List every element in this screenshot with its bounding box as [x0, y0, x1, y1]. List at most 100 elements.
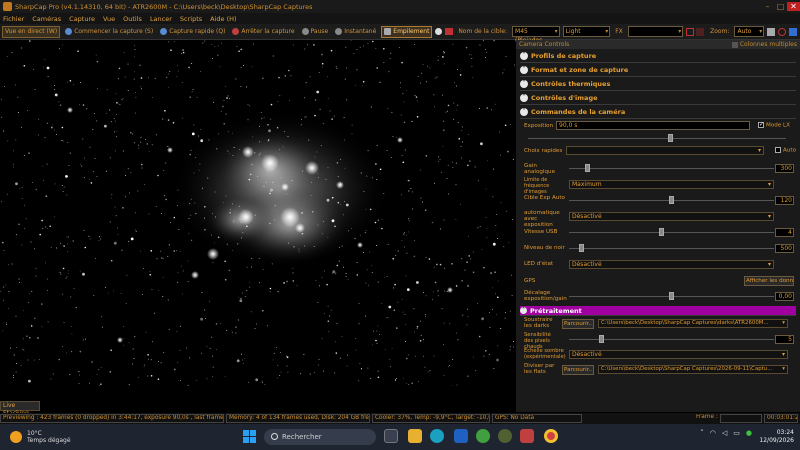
- app-icon-olive[interactable]: [498, 429, 512, 443]
- exposure-slider-thumb[interactable]: [668, 134, 673, 142]
- target-auto-exp-input[interactable]: 120: [775, 196, 794, 205]
- taskbar-search[interactable]: Rechercher: [264, 429, 376, 445]
- hot-pixel-input[interactable]: 5: [775, 335, 794, 344]
- pause-button[interactable]: Pause: [300, 26, 331, 38]
- auto-exposure-value: Désactivé: [572, 213, 602, 220]
- usb-speed-row: Vitesse USB 4: [520, 225, 796, 241]
- quick-capture-button[interactable]: Capture rapide (Q): [158, 26, 227, 38]
- menu-cameras[interactable]: Caméras: [32, 15, 61, 23]
- snapshot-button[interactable]: Instantané: [333, 26, 378, 38]
- menu-launch[interactable]: Lancer: [150, 15, 172, 23]
- frame-type-select[interactable]: Light: [562, 26, 611, 37]
- record-status-icon: [435, 28, 443, 35]
- target-name-select[interactable]: M45 (Pleiades,: [512, 26, 560, 44]
- quick-choices-select[interactable]: [566, 146, 764, 155]
- app-icon-green[interactable]: [476, 429, 490, 443]
- fx-select[interactable]: [627, 26, 684, 37]
- menu-scripts[interactable]: Scripts: [180, 15, 202, 23]
- target-auto-exp-thumb[interactable]: [668, 196, 674, 204]
- pause-label: Pause: [310, 28, 329, 35]
- dark-scaling-select[interactable]: Désactivé: [569, 350, 788, 359]
- gain-slider-track[interactable]: [569, 168, 774, 169]
- histogram-icon[interactable]: [767, 27, 776, 36]
- section-camera-controls[interactable]: ˄ Commandes de la caméra: [520, 105, 796, 119]
- frame-rate-limit-select[interactable]: Maximum: [569, 180, 774, 189]
- minimize-button[interactable]: –: [761, 2, 774, 11]
- browse-flats-label: Parcourir..: [564, 367, 592, 373]
- black-level-thumb[interactable]: [578, 244, 584, 252]
- black-level-input[interactable]: 500: [775, 244, 794, 253]
- exposure-input[interactable]: 90,0 s: [556, 121, 750, 130]
- browse-flats-button[interactable]: Parcourir..: [562, 365, 594, 375]
- section-format[interactable]: ˅ Format et zone de capture: [520, 63, 796, 77]
- auto-checkbox[interactable]: Auto: [775, 147, 796, 154]
- zoom-select[interactable]: Auto: [734, 26, 765, 37]
- file-explorer-icon[interactable]: [408, 429, 422, 443]
- darks-path-select[interactable]: C:\Users\beck\Desktop\SharpCap Captures\…: [598, 319, 788, 328]
- edge-icon[interactable]: [430, 429, 444, 443]
- menu-view[interactable]: Vue: [103, 15, 115, 23]
- black-level-track[interactable]: [569, 248, 774, 249]
- start-capture-button[interactable]: Commencer la capture (S): [63, 26, 155, 38]
- live-view-button[interactable]: Vue en direct (W): [2, 25, 61, 38]
- taskbar-clock[interactable]: 03:24 12/09/2026: [759, 429, 794, 445]
- polar-align-icon[interactable]: [789, 27, 797, 36]
- exposure-slider-track[interactable]: [528, 138, 786, 139]
- usb-speed-track[interactable]: [569, 232, 774, 233]
- grid-icon[interactable]: [696, 27, 705, 36]
- panel-header: Camera Controls Colonnes multiples: [516, 40, 800, 49]
- section-thermal[interactable]: ˅ Contrôles thermiques: [520, 77, 796, 91]
- maximize-button[interactable]: □: [774, 2, 787, 11]
- menu-help[interactable]: Aide (H): [210, 15, 236, 23]
- status-led-select[interactable]: Désactivé: [569, 260, 774, 269]
- live-stacking-tab[interactable]: Live Stacking: [0, 401, 40, 417]
- tray-app-icon[interactable]: ●: [746, 429, 752, 437]
- chevron-up-icon[interactable]: ˄: [700, 429, 704, 437]
- task-view-icon[interactable]: [384, 429, 398, 443]
- gain-input[interactable]: 300: [775, 164, 794, 173]
- multi-columns-toggle[interactable]: Colonnes multiples: [731, 41, 797, 48]
- focus-icon[interactable]: [778, 27, 787, 36]
- show-gps-data-button[interactable]: Afficher les donn: [744, 276, 794, 286]
- reticle-icon[interactable]: [686, 27, 695, 36]
- section-image-controls[interactable]: ˅ Contrôles d'image: [520, 91, 796, 105]
- image-viewer[interactable]: [0, 40, 515, 386]
- browse-darks-button[interactable]: Parcourir..: [562, 319, 594, 329]
- volume-icon[interactable]: ◁: [722, 429, 727, 437]
- exposure-row: Exposition 90,0 s Mode LX: [520, 119, 796, 143]
- exp-gain-offset-input[interactable]: 0,00: [775, 292, 794, 301]
- sharpcap-taskbar-icon[interactable]: [520, 429, 534, 443]
- menu-bar: Fichier Caméras Capture Vue Outils Lance…: [0, 13, 800, 24]
- weather-widget[interactable]: 10°C Temps dégagé: [10, 430, 80, 444]
- menu-capture[interactable]: Capture: [69, 15, 95, 23]
- divide-flats-row: Diviser par les flats Parcourir.. C:\Use…: [520, 362, 796, 378]
- hot-pixel-thumb[interactable]: [598, 335, 604, 343]
- section-capture-profiles[interactable]: ˅ Profils de capture: [520, 49, 796, 63]
- menu-file[interactable]: Fichier: [3, 15, 24, 23]
- menu-tools[interactable]: Outils: [123, 15, 142, 23]
- quick-capture-icon: [160, 28, 168, 35]
- frame-rate-limit-row: Limite de fréquence d'images Maximum: [520, 177, 796, 195]
- live-view-label: Vue en direct (W): [5, 28, 58, 35]
- status-led-label: LED d'état: [524, 261, 554, 267]
- gain-slider-thumb[interactable]: [584, 164, 590, 172]
- close-button[interactable]: ✕: [787, 2, 800, 11]
- windows-taskbar: 10°C Temps dégagé Rechercher ˄ ◠ ◁ ▭ ● 03…: [0, 424, 800, 450]
- gps-label: GPS: [524, 278, 536, 284]
- auto-exposure-select[interactable]: Désactivé: [569, 212, 774, 221]
- usb-speed-thumb[interactable]: [658, 228, 664, 236]
- wifi-icon[interactable]: ◠: [710, 429, 716, 437]
- exp-gain-offset-thumb[interactable]: [668, 292, 674, 300]
- usb-speed-input[interactable]: 4: [775, 228, 794, 237]
- battery-icon[interactable]: ▭: [733, 429, 740, 437]
- windows-start-button[interactable]: [243, 430, 256, 443]
- mode-lx-checkbox[interactable]: Mode LX: [758, 121, 790, 129]
- pause-icon: [301, 28, 309, 35]
- flats-path-select[interactable]: C:\Users\beck\Desktop\SharpCap Captures\…: [598, 365, 788, 374]
- store-icon[interactable]: [454, 429, 468, 443]
- stacking-button[interactable]: Empilement: [381, 25, 433, 38]
- stop-capture-button[interactable]: Arrêter la capture: [230, 26, 296, 38]
- multi-columns-label: Colonnes multiples: [739, 41, 797, 48]
- section-preprocessing[interactable]: ˄ Prétraitement: [520, 306, 796, 316]
- chrome-icon[interactable]: [544, 429, 558, 443]
